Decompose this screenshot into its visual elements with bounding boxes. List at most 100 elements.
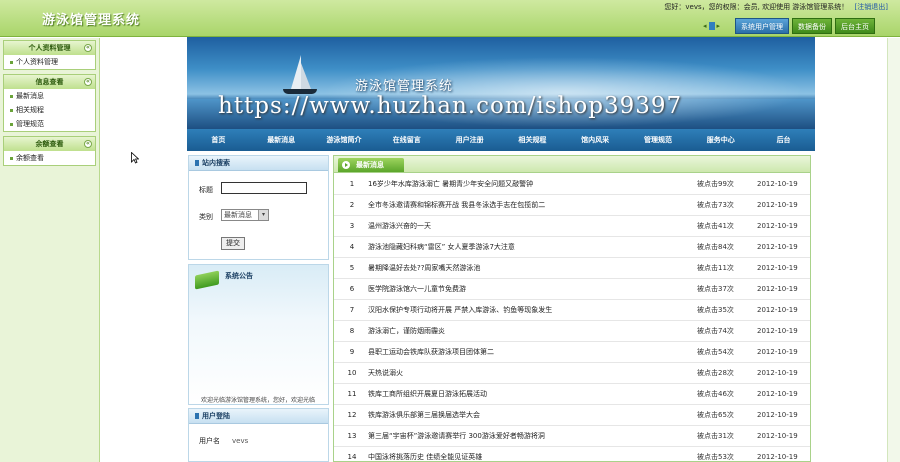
news-click-count: 被点击65次: [697, 411, 734, 419]
news-number: 6: [349, 285, 355, 293]
nav-gallery[interactable]: 馆内风采: [564, 129, 627, 151]
title-label: 标题: [199, 186, 213, 194]
search-submit-button[interactable]: 提交: [221, 237, 245, 250]
news-title-link[interactable]: 汉阳水保护专项行动将开展 严禁入库游泳、钓鱼等现象发生: [368, 300, 688, 321]
news-click-count: 被点击31次: [697, 432, 734, 440]
banner-title: 游泳馆管理系统: [355, 79, 454, 94]
sidebar-item-latest-news[interactable]: 最新消息: [4, 89, 95, 103]
nav-register[interactable]: 用户注册: [438, 129, 501, 151]
sidebar-group-header[interactable]: 信息查看 «: [4, 75, 95, 89]
news-row: 9 县职工运动会铁库队获游泳项目团体第二 被点击54次 2012-10-19: [334, 342, 810, 363]
news-date: 2012-10-19: [757, 222, 798, 230]
news-date: 2012-10-19: [757, 348, 798, 356]
title-search-input[interactable]: [221, 182, 307, 194]
sidebar-item-balance[interactable]: 余额查看: [4, 151, 95, 165]
news-tab-label: 最新消息: [356, 161, 384, 169]
chevron-right-icon[interactable]: ▸: [717, 22, 721, 30]
news-title-link[interactable]: 游泳池隐藏妇科病“雷区” 女人夏季游泳7大注意: [368, 237, 688, 258]
sidebar-item-profile[interactable]: 个人资料管理: [4, 55, 95, 69]
login-header: 用户登陆: [202, 412, 230, 420]
nav-management-rules[interactable]: 管理规范: [627, 129, 690, 151]
system-notice-panel: 系统公告 欢迎光临游泳馆管理系统，您好，欢迎光临: [188, 264, 329, 405]
news-title-link[interactable]: 中国泳将挑落历史 佳绩全能见证英雄: [368, 447, 688, 462]
tab-data-backup[interactable]: 数据备份: [792, 18, 832, 34]
sidebar-group-title: 余额查看: [35, 140, 64, 148]
news-number: 7: [349, 306, 355, 314]
bullet-icon: [195, 160, 199, 166]
nav-latest-news[interactable]: 最新消息: [250, 129, 313, 151]
news-title-link[interactable]: 游泳溺亡，谨防烟雨霾炎: [368, 321, 688, 342]
sidebar-item-management-rules[interactable]: 管理规范: [4, 117, 95, 131]
book-icon: [195, 270, 219, 290]
news-title-link[interactable]: 医学院游泳馆六一儿童节免费游: [368, 279, 688, 300]
tab-admin-home[interactable]: 后台主页: [835, 18, 875, 34]
collapse-icon[interactable]: «: [84, 140, 92, 148]
chevron-down-icon[interactable]: ▾: [258, 210, 268, 220]
news-title-link[interactable]: 16岁少年水库游泳溺亡 暑期青少年安全问题又敲警钟: [368, 174, 688, 195]
sidebar-group-title: 信息查看: [35, 78, 64, 86]
news-title-link[interactable]: 第三届“宇宙杯”游泳邀请赛举行 300游泳爱好者畅游将洞: [368, 426, 688, 447]
collapse-icon[interactable]: «: [84, 44, 92, 52]
news-title-link[interactable]: 铁库工商所组织开展夏日游泳拓展活动: [368, 384, 688, 405]
news-title-link[interactable]: 县职工运动会铁库队获游泳项目团体第二: [368, 342, 688, 363]
news-number: 3: [349, 222, 355, 230]
panel-header: 站内搜索: [189, 156, 328, 171]
bullet-icon: [10, 60, 13, 64]
sidebar-group-header[interactable]: 余额查看 «: [4, 137, 95, 151]
news-click-count: 被点击11次: [697, 264, 734, 272]
news-click-count: 被点击35次: [697, 306, 734, 314]
news-date: 2012-10-19: [757, 411, 798, 419]
news-title-link[interactable]: 铁库游泳俱乐部第三届换届选举大会: [368, 405, 688, 426]
username-row: 用户名 vevs: [199, 436, 248, 446]
sidebar-group-title: 个人资料管理: [28, 44, 71, 52]
news-click-count: 被点击54次: [697, 348, 734, 356]
type-select[interactable]: 最新消息 ▾: [221, 209, 269, 221]
welcome-text: 您好：vevs，您的权限：会员, 欢迎使用 游泳馆管理系统！: [664, 3, 849, 11]
news-tab[interactable]: 最新消息: [338, 158, 404, 172]
nav-home[interactable]: 首页: [187, 129, 250, 151]
sidebar-item-label: 余额查看: [16, 154, 44, 162]
bullet-icon: [10, 122, 13, 126]
news-title-link[interactable]: 温州游泳兴奋的一天: [368, 216, 688, 237]
nav-regulations[interactable]: 相关规程: [501, 129, 564, 151]
news-row: 11 铁库工商所组织开展夏日游泳拓展活动 被点击46次 2012-10-19: [334, 384, 810, 405]
mouse-cursor-icon: [131, 152, 139, 164]
nav-pool-intro[interactable]: 游泳馆简介: [313, 129, 376, 151]
notice-scroll-text: 欢迎光临游泳馆管理系统，您好，欢迎光临: [201, 397, 316, 404]
news-number: 4: [349, 243, 355, 251]
welcome-message: 您好：vevs，您的权限：会员, 欢迎使用 游泳馆管理系统！ [注销退出]: [664, 2, 888, 12]
nav-admin[interactable]: 后台: [752, 129, 815, 151]
tab-system-users[interactable]: 系统用户管理: [735, 18, 789, 34]
news-click-count: 被点击28次: [697, 369, 734, 377]
type-label: 类别: [199, 213, 213, 221]
news-title-link[interactable]: 天热说溺火: [368, 363, 688, 384]
news-title-link[interactable]: 全市冬泳邀请赛和锦标赛开战 我县冬泳选手志在包揽前二: [368, 195, 688, 216]
news-row: 4 游泳池隐藏妇科病“雷区” 女人夏季游泳7大注意 被点击84次 2012-10-19: [334, 237, 810, 258]
news-row: 8 游泳溺亡，谨防烟雨霾炎 被点击74次 2012-10-19: [334, 321, 810, 342]
news-date: 2012-10-19: [757, 201, 798, 209]
bullet-icon: [10, 156, 13, 160]
logout-link[interactable]: [注销退出]: [855, 3, 888, 11]
nav-service-center[interactable]: 服务中心: [689, 129, 752, 151]
tab-indicator-icon: [708, 22, 715, 30]
news-row: 14 中国泳将挑落历史 佳绩全能见证英雄 被点击53次 2012-10-19: [334, 447, 810, 462]
news-click-count: 被点击37次: [697, 285, 734, 293]
nav-guestbook[interactable]: 在线留言: [375, 129, 438, 151]
news-row: 7 汉阳水保护专项行动将开展 严禁入库游泳、钓鱼等现象发生 被点击35次 2012-1…: [334, 300, 810, 321]
sidebar-item-regulations[interactable]: 相关规程: [4, 103, 95, 117]
chevron-left-icon[interactable]: ◂: [703, 22, 707, 30]
collapse-icon[interactable]: «: [84, 78, 92, 86]
bullet-icon: [195, 413, 199, 419]
tab-scroll-controls[interactable]: ◂ ▸: [703, 22, 720, 30]
news-number: 12: [347, 411, 357, 419]
sidebar-group-info: 信息查看 « 最新消息 相关规程 管理规范: [3, 74, 96, 132]
news-number: 11: [347, 390, 357, 398]
news-date: 2012-10-19: [757, 369, 798, 377]
news-number: 8: [349, 327, 355, 335]
news-date: 2012-10-19: [757, 264, 798, 272]
sidebar-group-header[interactable]: 个人资料管理 «: [4, 41, 95, 55]
news-title-link[interactable]: 暑期降温好去处??周家嘴天然游泳池: [368, 258, 688, 279]
sidebar-item-label: 管理规范: [16, 120, 44, 128]
sailboat-icon: [291, 55, 301, 89]
news-header: 最新消息: [334, 156, 810, 173]
